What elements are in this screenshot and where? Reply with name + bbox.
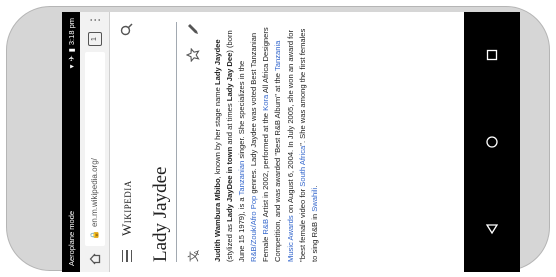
- article-subject-name: Judith Wambura Mbibo: [213, 178, 222, 262]
- article-bold: Lady Jay Dee: [225, 52, 235, 102]
- wikipedia-logo[interactable]: Wikipedia: [119, 50, 135, 236]
- language-icon[interactable]: 文A: [186, 248, 205, 262]
- more-vert-icon[interactable]: ⋮: [88, 14, 102, 26]
- screen-content: Aeroplane mode ▾ ✈ ▮ 3:18 pm 🔒 en.m.wiki…: [62, 12, 520, 272]
- link-rnb[interactable]: R&B: [261, 219, 270, 235]
- airplane-icon: ✈: [66, 55, 76, 62]
- browser-toolbar: 🔒 en.m.wikipedia.org/ 1 ⋮: [80, 12, 110, 272]
- status-left-text: Aeroplane mode: [66, 210, 76, 266]
- status-icons: ▾ ✈ ▮ 3:18 pm: [67, 18, 76, 68]
- page-actions-right: [185, 22, 205, 63]
- home-icon[interactable]: [88, 252, 102, 266]
- article-text: Artist in 2002, performed at the: [261, 110, 271, 219]
- star-icon[interactable]: [185, 47, 205, 63]
- home-circle-icon[interactable]: [485, 135, 499, 149]
- page-title: Lady Jaydee: [150, 22, 177, 262]
- status-time: 3:18 pm: [66, 18, 76, 46]
- wiki-header: Wikipedia: [110, 12, 144, 272]
- article-text: singer. She specializes in the: [237, 60, 247, 161]
- article-text: (stylized as: [225, 221, 235, 262]
- article-text: .: [309, 185, 319, 188]
- phone-screen: Aeroplane mode ▾ ✈ ▮ 3:18 pm 🔒 en.m.wiki…: [62, 12, 520, 272]
- android-nav-bar: [464, 12, 520, 272]
- article-bold: Lady JayDee: [225, 175, 235, 222]
- svg-text:A: A: [193, 250, 200, 255]
- link-swahili[interactable]: Swahili: [310, 188, 319, 212]
- link-kora[interactable]: Kora: [261, 95, 270, 111]
- article-body: Judith Wambura Mbibo, known by her stage…: [212, 22, 321, 262]
- article-text: and at times: [225, 101, 235, 147]
- search-icon[interactable]: [120, 22, 134, 36]
- tabs-button[interactable]: 1: [87, 32, 102, 46]
- article-text: , known by her stage name: [213, 85, 222, 179]
- lock-icon: 🔒: [90, 230, 99, 240]
- recents-square-icon[interactable]: [485, 48, 499, 62]
- url-input[interactable]: 🔒 en.m.wikipedia.org/: [84, 52, 105, 246]
- link-genres[interactable]: R&B/Zouk/Afro Pop: [249, 196, 258, 262]
- status-bar: Aeroplane mode ▾ ✈ ▮ 3:18 pm: [62, 12, 80, 272]
- battery-icon: ▮: [66, 48, 76, 53]
- pencil-icon[interactable]: [186, 22, 205, 36]
- wifi-icon: ▾: [66, 64, 76, 69]
- url-text: en.m.wikipedia.org/: [90, 158, 99, 228]
- back-triangle-icon[interactable]: [485, 222, 499, 236]
- phone-frame: Aeroplane mode ▾ ✈ ▮ 3:18 pm 🔒 en.m.wiki…: [6, 6, 550, 272]
- article-bold: Lady Jaydee: [213, 39, 222, 86]
- link-tanzanian[interactable]: Tanzanian: [237, 161, 246, 196]
- link-south-africa[interactable]: South Africa: [298, 146, 307, 187]
- page-actions: 文A: [182, 22, 208, 262]
- hamburger-icon[interactable]: [121, 250, 133, 262]
- article-bold: in town: [225, 146, 235, 176]
